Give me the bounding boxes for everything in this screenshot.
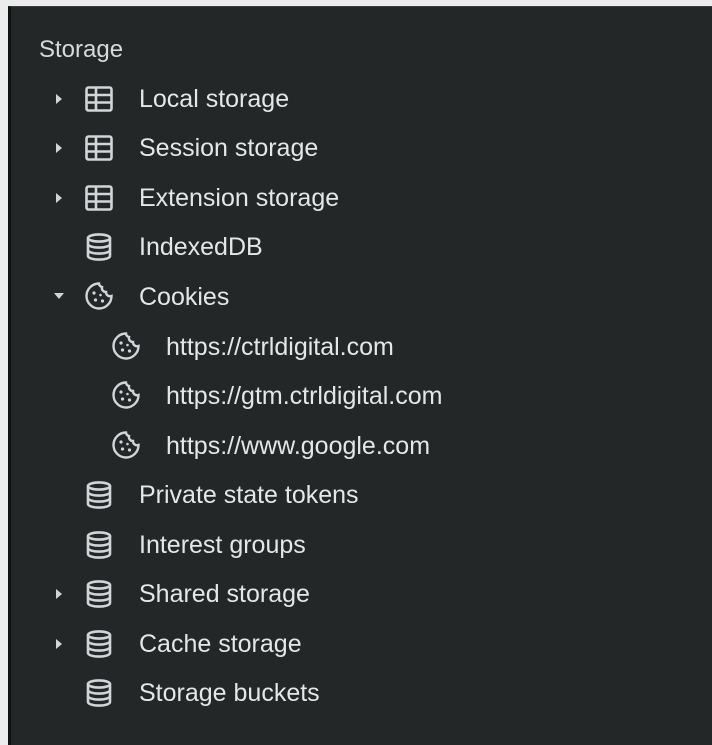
tree-item-cookie-origin[interactable]: https://www.google.com (11, 424, 711, 468)
tree-item-indexeddb[interactable]: IndexedDB (11, 225, 711, 269)
cookie-icon (111, 331, 141, 361)
tree-item-label: Session storage (139, 134, 319, 162)
tree-item-label: IndexedDB (139, 233, 263, 261)
expand-arrow-icon[interactable] (49, 188, 69, 208)
cookie-icon (111, 430, 141, 460)
database-icon (84, 232, 114, 262)
section-title-storage: Storage (39, 36, 124, 63)
cookie-icon (111, 380, 141, 410)
tree-item-label: https://gtm.ctrldigital.com (166, 382, 443, 410)
tree-item-label: https://www.google.com (166, 432, 431, 460)
table-icon (84, 84, 114, 114)
tree-item-extension-storage[interactable]: Extension storage (11, 176, 711, 220)
table-icon (84, 183, 114, 213)
tree-item-cookie-origin[interactable]: https://ctrldigital.com (11, 325, 711, 369)
cookie-icon (84, 281, 114, 311)
database-icon (84, 579, 114, 609)
tree-item-label: Private state tokens (139, 481, 359, 509)
expand-arrow-icon[interactable] (49, 138, 69, 158)
tree-item-private-state-tokens[interactable]: Private state tokens (11, 473, 711, 517)
tree-item-local-storage[interactable]: Local storage (11, 77, 711, 121)
database-icon (84, 629, 114, 659)
tree-item-label: Shared storage (139, 580, 310, 608)
expand-arrow-icon[interactable] (49, 584, 69, 604)
database-icon (84, 530, 114, 560)
tree-item-interest-groups[interactable]: Interest groups (11, 523, 711, 567)
collapse-arrow-icon[interactable] (49, 286, 69, 306)
tree-item-session-storage[interactable]: Session storage (11, 126, 711, 170)
tree-item-shared-storage[interactable]: Shared storage (11, 572, 711, 616)
tree-item-cookie-origin[interactable]: https://gtm.ctrldigital.com (11, 374, 711, 418)
tree-item-label: Extension storage (139, 184, 340, 212)
database-icon (84, 678, 114, 708)
tree-item-label: Local storage (139, 85, 290, 113)
tree-item-storage-buckets[interactable]: Storage buckets (11, 671, 711, 715)
tree-item-label: Storage buckets (139, 679, 320, 707)
tree-item-label: Cache storage (139, 630, 302, 658)
tree-item-cookies[interactable]: Cookies (11, 275, 711, 319)
tree-item-label: Cookies (139, 283, 230, 311)
tree-item-label: https://ctrldigital.com (166, 333, 394, 361)
expand-arrow-icon[interactable] (49, 634, 69, 654)
table-icon (84, 133, 114, 163)
database-icon (84, 480, 114, 510)
tree-item-cache-storage[interactable]: Cache storage (11, 622, 711, 666)
expand-arrow-icon[interactable] (49, 89, 69, 109)
tree-item-label: Interest groups (139, 531, 306, 559)
window-background: Storage Local storage Session storage Ex… (0, 0, 712, 745)
storage-sidebar: Storage Local storage Session storage Ex… (8, 6, 712, 745)
